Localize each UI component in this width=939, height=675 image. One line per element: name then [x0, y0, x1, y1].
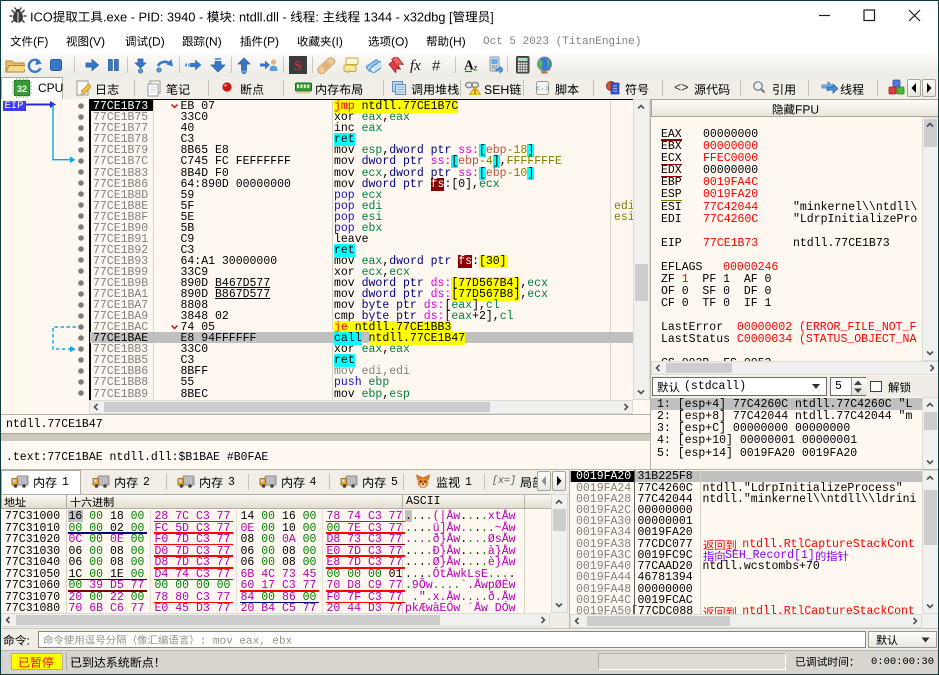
svg-text:fx: fx [410, 58, 421, 74]
svg-text:<>: <> [674, 81, 689, 95]
svg-text:z: z [474, 63, 478, 73]
svg-text:#: # [432, 58, 441, 75]
svg-text:<·>: <·> [535, 85, 550, 94]
svg-text:!: ! [474, 87, 477, 95]
svg-text:S: S [294, 59, 302, 74]
svg-text:32: 32 [17, 84, 27, 94]
svg-text:A: A [464, 58, 474, 73]
